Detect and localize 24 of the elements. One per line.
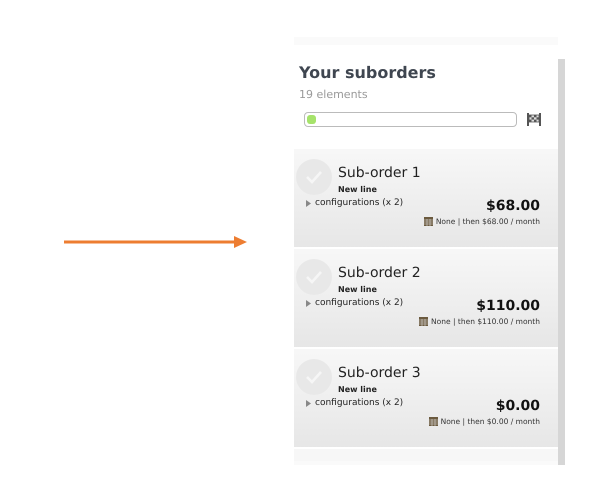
calendar-icon — [424, 216, 433, 226]
calendar-icon — [419, 316, 428, 326]
suborder-price: $0.00 — [496, 396, 540, 414]
suborder-tag: New line — [338, 384, 421, 396]
caret-icon — [306, 400, 311, 407]
element-count: 19 elements — [299, 87, 369, 103]
suborder-price: $68.00 — [486, 196, 540, 214]
scrollbar[interactable] — [558, 59, 565, 465]
suborder-card[interactable] — [294, 448, 558, 460]
suborder-price: $110.00 — [476, 296, 540, 314]
configurations-toggle[interactable]: configurations (x 2) — [306, 296, 404, 310]
checkered-flag-icon — [527, 112, 541, 126]
calendar-icon — [428, 416, 438, 426]
configurations-toggle[interactable]: configurations (x 2) — [306, 196, 404, 210]
suborder-name: Sub-order 1 — [338, 164, 421, 182]
panel-title: Your suborders — [299, 62, 437, 84]
arrow-icon — [64, 236, 247, 248]
suborder-name: Sub-order 2 — [338, 264, 421, 282]
caret-icon — [306, 200, 311, 207]
caret-icon — [306, 300, 311, 307]
suborder-tag: New line — [338, 284, 421, 296]
suborder-name: Sub-order 3 — [338, 364, 421, 382]
suborder-tag: New line — [338, 184, 421, 196]
configurations-toggle[interactable]: configurations (x 2) — [306, 396, 404, 410]
